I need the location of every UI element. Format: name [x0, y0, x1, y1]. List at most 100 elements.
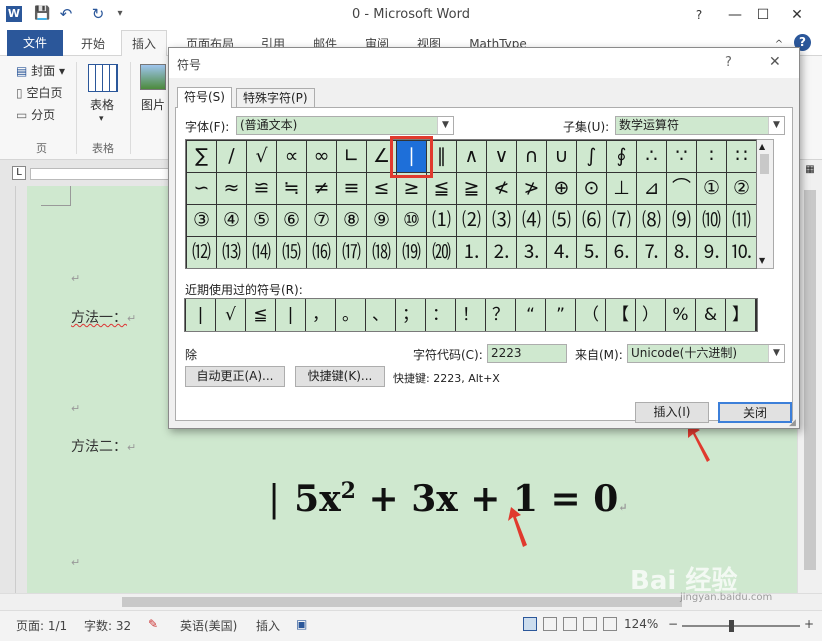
recent-symbol-cell[interactable]: % [666, 299, 695, 331]
symbol-cell[interactable]: ≠ [307, 173, 336, 204]
symbol-cell[interactable]: ⑸ [547, 205, 576, 236]
symbol-cell[interactable]: ⒀ [217, 237, 246, 268]
symbol-cell[interactable]: ∕ [217, 141, 246, 172]
symbol-cell[interactable]: ⑷ [517, 205, 546, 236]
recent-symbol-cell[interactable]: ” [546, 299, 575, 331]
subset-select[interactable]: 数学运算符 ▼ [615, 116, 785, 135]
symbol-cell[interactable]: ⒎ [637, 237, 666, 268]
zoom-slider[interactable] [682, 625, 800, 627]
symbol-cell[interactable]: ④ [217, 205, 246, 236]
symbol-cell[interactable]: ∧ [457, 141, 486, 172]
symbol-cell[interactable]: ∽ [187, 173, 216, 204]
symbol-cell[interactable]: ⒄ [337, 237, 366, 268]
tab-special-characters[interactable]: 特殊字符(P) [236, 88, 315, 108]
symbol-cell[interactable]: ≒ [277, 173, 306, 204]
close-dialog-button[interactable]: 关闭 [718, 402, 792, 423]
symbol-cell[interactable]: ⑧ [337, 205, 366, 236]
symbol-cell[interactable]: ∷ [727, 141, 756, 172]
symbol-cell[interactable]: ∵ [667, 141, 696, 172]
recent-symbol-cell[interactable]: ！ [456, 299, 485, 331]
picture-icon[interactable] [140, 64, 166, 90]
symbol-cell[interactable]: ∞ [307, 141, 336, 172]
tab-symbols[interactable]: 符号(S) [177, 87, 232, 108]
symbol-cell[interactable]: ≌ [247, 173, 276, 204]
symbol-cell[interactable]: ② [727, 173, 756, 204]
insert-mode[interactable]: 插入 [256, 617, 280, 634]
symbol-cell[interactable]: ≧ [457, 173, 486, 204]
recent-symbol-cell[interactable]: 】 [726, 299, 755, 331]
symbol-cell[interactable]: ⌒ [667, 173, 696, 204]
close-button[interactable]: ✕ [782, 4, 812, 26]
symbol-cell[interactable]: ⑥ [277, 205, 306, 236]
symbol-cell[interactable]: ③ [187, 205, 216, 236]
scroll-thumb[interactable] [122, 597, 682, 607]
symbol-cell[interactable]: ⊙ [577, 173, 606, 204]
font-select[interactable]: (普通文本) ▼ [236, 116, 454, 135]
from-select[interactable]: Unicode(十六进制) ▼ [627, 344, 785, 363]
symbol-cell[interactable]: ⑽ [697, 205, 726, 236]
recent-symbol-cell[interactable]: “ [516, 299, 545, 331]
recent-symbol-cell[interactable]: | [276, 299, 305, 331]
recent-symbol-cell[interactable]: ） [636, 299, 665, 331]
insert-button[interactable]: 插入(I) [635, 402, 709, 423]
recent-symbol-cell[interactable]: ， [306, 299, 335, 331]
symbol-cell[interactable]: ⑦ [307, 205, 336, 236]
page-count[interactable]: 页面: 1/1 [16, 617, 67, 634]
language[interactable]: 英语(美国) [180, 617, 237, 634]
symbol-cell[interactable]: ⒉ [487, 237, 516, 268]
symbol-cell[interactable]: ⑿ [187, 237, 216, 268]
symbol-grid[interactable]: ∑ ∕ √ ∝ ∞ ∟ ∠ ∣ ∥ ∧ ∨ ∩ ∪ ∫ ∮ ∴ ∵ ∶ ∷ ∽ ≈ ≌ ≒ ≠ ≡ ≤ ≥ ≦ ≧ ≮ ≯ ⊕ ⊙ ⊥ ⊿ ⌒ ① ② ③ ④… [185, 139, 757, 269]
page-break-button[interactable]: ▭ 分页 [16, 106, 55, 123]
table-dropdown-icon[interactable]: ▾ [99, 114, 104, 124]
dialog-close-button[interactable]: ✕ [769, 54, 781, 70]
symbol-cell[interactable]: ⒑ [727, 237, 756, 268]
dialog-help-button[interactable]: ? [725, 55, 732, 70]
blank-page-button[interactable]: ▯ 空白页 [16, 84, 62, 101]
tab-selector-icon[interactable]: L [12, 166, 26, 180]
method-one-text[interactable]: 方法一：↵ [71, 307, 136, 327]
symbol-cell[interactable]: ⑩ [397, 205, 426, 236]
symbol-cell[interactable]: √ [247, 141, 276, 172]
zoom-level[interactable]: 124% [624, 617, 658, 631]
symbol-cell[interactable]: ⒍ [607, 237, 636, 268]
recent-symbol-cell[interactable]: （ [576, 299, 605, 331]
symbol-cell[interactable]: ⒃ [307, 237, 336, 268]
symbol-cell[interactable]: ① [697, 173, 726, 204]
symbol-cell[interactable]: ⑨ [367, 205, 396, 236]
maximize-button[interactable]: ☐ [748, 4, 778, 26]
read-mode-icon[interactable] [543, 617, 557, 631]
symbol-cell[interactable]: ⒁ [247, 237, 276, 268]
word-count[interactable]: 字数: 32 [84, 617, 131, 634]
symbol-cell[interactable]: ⑼ [667, 205, 696, 236]
symbol-cell[interactable]: ⑺ [607, 205, 636, 236]
outline-icon[interactable] [583, 617, 597, 631]
symbol-cell[interactable]: ≯ [517, 173, 546, 204]
symbol-cell[interactable]: ⑻ [637, 205, 666, 236]
zoom-in-button[interactable]: + [804, 617, 814, 631]
ruler-toggle-icon[interactable]: ▦ [802, 164, 818, 180]
symbol-cell[interactable]: ⊿ [637, 173, 666, 204]
symbol-cell[interactable]: ≈ [217, 173, 246, 204]
symbol-cell[interactable]: ⊥ [607, 173, 636, 204]
symbol-cell[interactable]: ⒋ [547, 237, 576, 268]
recent-symbol-cell[interactable]: √ [216, 299, 245, 331]
symbol-cell[interactable]: ⑴ [427, 205, 456, 236]
symbol-cell[interactable]: ⊕ [547, 173, 576, 204]
scroll-thumb[interactable] [804, 190, 816, 570]
symbol-cell[interactable]: ⑶ [487, 205, 516, 236]
recent-symbol-cell[interactable]: ≦ [246, 299, 275, 331]
symbol-cell[interactable]: ≮ [487, 173, 516, 204]
table-icon[interactable] [88, 64, 118, 92]
recent-symbol-cell[interactable]: ； [396, 299, 425, 331]
draft-icon[interactable] [603, 617, 617, 631]
proofing-icon[interactable]: ✎ [148, 617, 158, 631]
symbol-cell[interactable]: ∴ [637, 141, 666, 172]
autocorrect-button[interactable]: 自动更正(A)... [185, 366, 285, 387]
symbol-cell[interactable]: ∟ [337, 141, 366, 172]
symbol-cell[interactable]: ∶ [697, 141, 726, 172]
help-icon[interactable]: ? [684, 4, 714, 26]
picture-button[interactable]: 图片 [141, 96, 165, 113]
scroll-thumb[interactable] [760, 154, 769, 174]
zoom-slider-thumb[interactable] [729, 620, 734, 632]
symbol-cell[interactable]: ⒅ [367, 237, 396, 268]
